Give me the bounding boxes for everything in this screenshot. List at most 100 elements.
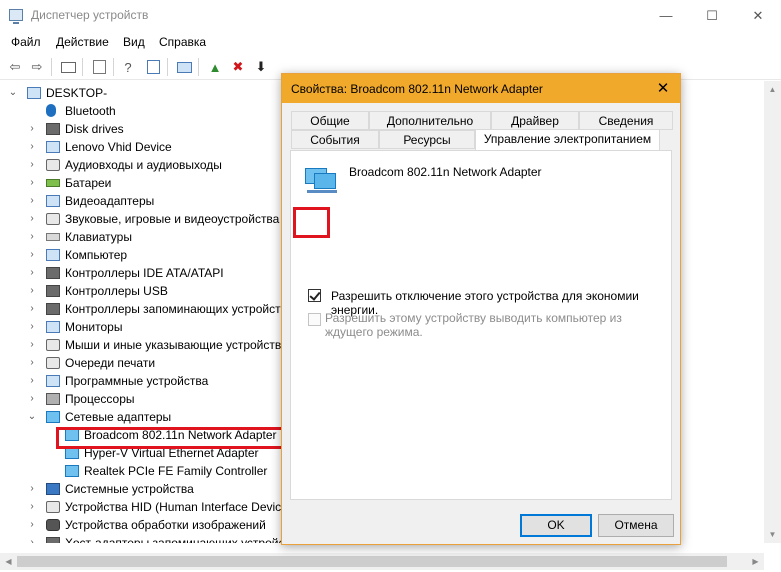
tree-category-row[interactable]: › Компьютер <box>0 246 282 264</box>
chevron-right-icon[interactable]: › <box>26 174 38 192</box>
maximize-button[interactable]: ☐ <box>689 0 735 31</box>
tree-item-label: Мыши и иные указывающие устройства <box>65 338 282 352</box>
chevron-right-icon[interactable]: › <box>26 228 38 246</box>
chevron-right-icon[interactable]: › <box>26 318 38 336</box>
tree-category-row[interactable]: › Контроллеры запоминающих устройств <box>0 300 282 318</box>
properties-icon[interactable] <box>58 57 78 77</box>
tab-events[interactable]: События <box>291 130 379 149</box>
tree-category-row[interactable]: › Контроллеры IDE ATA/ATAPI <box>0 264 282 282</box>
scroll-down-icon[interactable]: ▼ <box>764 526 781 543</box>
scroll-left-icon[interactable]: ◀ <box>0 553 17 570</box>
tree-category-row[interactable]: › Устройства обработки изображений <box>0 516 282 534</box>
broadcom-highlight-frame <box>56 427 286 449</box>
tab-driver[interactable]: Драйвер <box>491 111 579 130</box>
tree-category-row[interactable]: › Очереди печати <box>0 354 282 372</box>
chevron-right-icon[interactable]: › <box>26 264 38 282</box>
monitor-icon[interactable] <box>174 57 194 77</box>
chevron-right-icon[interactable]: › <box>26 354 38 372</box>
chevron-down-icon[interactable]: ⌄ <box>7 84 19 102</box>
tree-category-row[interactable]: › Клавиатуры <box>0 228 282 246</box>
audio-icon <box>46 159 60 171</box>
tree-item-label: Очереди печати <box>65 356 156 370</box>
chevron-right-icon[interactable]: › <box>26 372 38 390</box>
chevron-right-icon[interactable]: › <box>26 480 38 498</box>
tab-general[interactable]: Общие <box>291 111 369 130</box>
tree-category-row[interactable]: › Программные устройства <box>0 372 282 390</box>
tree-category-row[interactable]: › Мониторы <box>0 318 282 336</box>
tab-details[interactable]: Сведения <box>579 111 673 130</box>
chevron-down-icon[interactable]: ⌄ <box>26 408 38 426</box>
battery-icon <box>46 179 60 187</box>
document-icon[interactable] <box>89 57 109 77</box>
chevron-right-icon[interactable]: › <box>26 192 38 210</box>
scroll-up-icon[interactable]: ▲ <box>764 81 781 98</box>
ok-button[interactable]: OK <box>520 514 592 537</box>
forward-arrow-icon[interactable]: ⇨ <box>27 57 47 77</box>
download-icon[interactable]: ⬇ <box>251 57 271 77</box>
add-driver-icon[interactable]: ▲ <box>205 57 225 77</box>
device-name: Broadcom 802.11n Network Adapter <box>349 165 542 179</box>
chevron-right-icon[interactable]: › <box>26 246 38 264</box>
tree-root[interactable]: ⌄ DESKTOP- <box>0 84 282 102</box>
tab-power-management[interactable]: Управление электропитанием <box>475 129 660 150</box>
tree-category-row[interactable]: › Хост-адаптеры запоминающих устройств <box>0 534 282 543</box>
close-button[interactable]: ✕ <box>735 0 781 31</box>
tree-category-row[interactable]: › Процессоры <box>0 390 282 408</box>
remove-icon[interactable]: ✖ <box>228 57 248 77</box>
monitor-icon <box>46 321 60 333</box>
tree-category-row[interactable]: › Системные устройства <box>0 480 282 498</box>
chevron-right-icon[interactable]: › <box>26 282 38 300</box>
tree-category-row[interactable]: › Аудиовходы и аудиовыходы <box>0 156 282 174</box>
toolbar-separator <box>167 58 168 76</box>
tree-category-row[interactable]: ⌄ Сетевые адаптеры <box>0 408 282 426</box>
scroll-right-icon[interactable]: ▶ <box>747 553 764 570</box>
mouse-icon <box>46 339 60 351</box>
chevron-right-icon[interactable]: › <box>26 516 38 534</box>
tree-category-row[interactable]: › Disk drives <box>0 120 282 138</box>
vertical-scrollbar[interactable]: ▲ ▼ <box>764 81 781 543</box>
chevron-right-icon[interactable]: › <box>26 336 38 354</box>
chevron-right-icon[interactable]: › <box>26 210 38 228</box>
tree-item-label: Bluetooth <box>65 104 116 118</box>
chevron-right-icon[interactable]: › <box>26 498 38 516</box>
chevron-right-icon[interactable]: › <box>26 300 38 318</box>
display-adapter-icon <box>46 195 60 207</box>
chevron-right-icon[interactable]: › <box>26 534 38 543</box>
tree-category-row[interactable]: › Lenovo Vhid Device <box>0 138 282 156</box>
allow-wake-checkbox[interactable] <box>308 313 321 326</box>
checkbox-highlight-frame <box>293 207 330 238</box>
tree-item-label: Программные устройства <box>65 374 209 388</box>
tree-category-row[interactable]: › Видеоадаптеры <box>0 192 282 210</box>
display-icon[interactable] <box>143 57 163 77</box>
menu-action[interactable]: Действие <box>56 35 109 49</box>
menu-file[interactable]: Файл <box>11 35 41 49</box>
chevron-right-icon[interactable]: › <box>26 156 38 174</box>
cancel-button[interactable]: Отмена <box>598 514 674 537</box>
menu-view[interactable]: Вид <box>123 35 145 49</box>
printer-icon <box>46 357 60 369</box>
tree-category-row[interactable]: › Контроллеры USB <box>0 282 282 300</box>
tree-category-row[interactable]: › Батареи <box>0 174 282 192</box>
tree-category-row[interactable]: Bluetooth <box>0 102 282 120</box>
chevron-right-icon[interactable]: › <box>26 120 38 138</box>
power-management-panel: Broadcom 802.11n Network Adapter Разреши… <box>290 150 672 500</box>
scroll-thumb[interactable] <box>17 556 727 567</box>
allow-power-off-checkbox[interactable] <box>308 289 321 302</box>
tree-device-row[interactable]: Realtek PCIe FE Family Controller <box>0 462 282 480</box>
dialog-close-icon[interactable]: ✕ <box>646 74 680 103</box>
hid-icon <box>46 501 60 513</box>
tree-category-row[interactable]: › Звуковые, игровые и видеоустройства <box>0 210 282 228</box>
tree-category-row[interactable]: › Устройства HID (Human Interface Devices… <box>0 498 282 516</box>
menu-help[interactable]: Справка <box>159 35 206 49</box>
tree-category-row[interactable]: › Мыши и иные указывающие устройства <box>0 336 282 354</box>
help-icon[interactable]: ? <box>118 57 138 77</box>
back-arrow-icon[interactable]: ⇦ <box>5 57 25 77</box>
allow-wake-label[interactable]: Разрешить этому устройству выводить комп… <box>325 311 655 339</box>
tab-resources[interactable]: Ресурсы <box>379 130 475 149</box>
chevron-right-icon[interactable]: › <box>26 390 38 408</box>
tab-advanced[interactable]: Дополнительно <box>369 111 491 130</box>
chevron-right-icon[interactable]: › <box>26 138 38 156</box>
horizontal-scrollbar[interactable]: ◀ ▶ <box>0 553 764 570</box>
ide-icon <box>46 267 60 279</box>
minimize-button[interactable]: — <box>643 0 689 31</box>
